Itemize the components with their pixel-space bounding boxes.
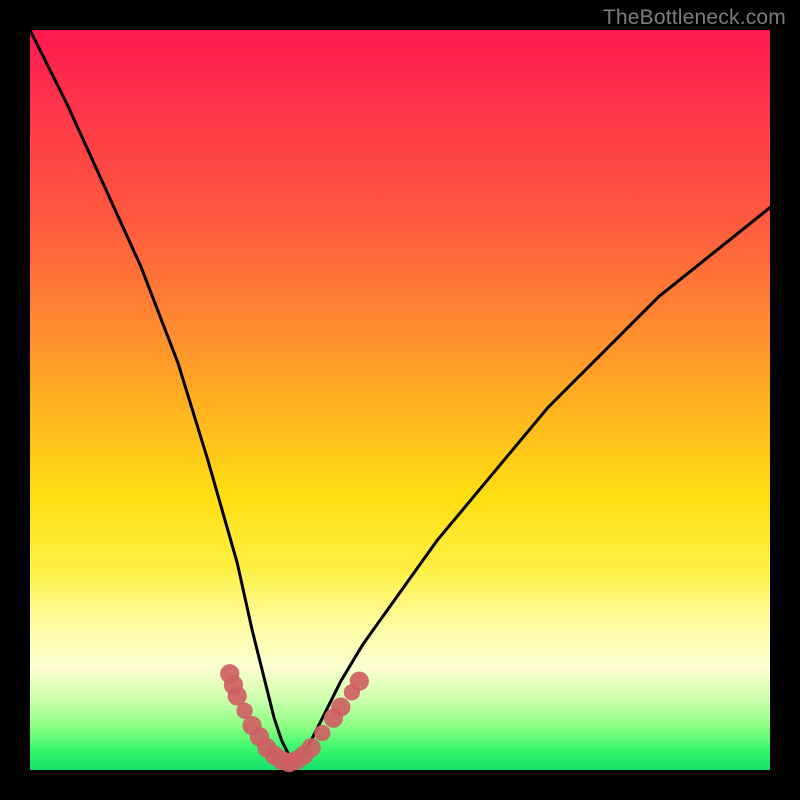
data-marker	[331, 697, 350, 716]
marker-group	[220, 664, 369, 772]
page-frame: TheBottleneck.com	[0, 0, 800, 800]
watermark-text: TheBottleneck.com	[603, 6, 786, 30]
plot-area	[30, 30, 770, 770]
data-marker	[350, 672, 369, 691]
bottleneck-curve	[30, 30, 770, 763]
data-marker	[314, 725, 330, 741]
curve-group	[30, 30, 770, 763]
data-marker	[302, 738, 321, 757]
chart-svg	[30, 30, 770, 770]
